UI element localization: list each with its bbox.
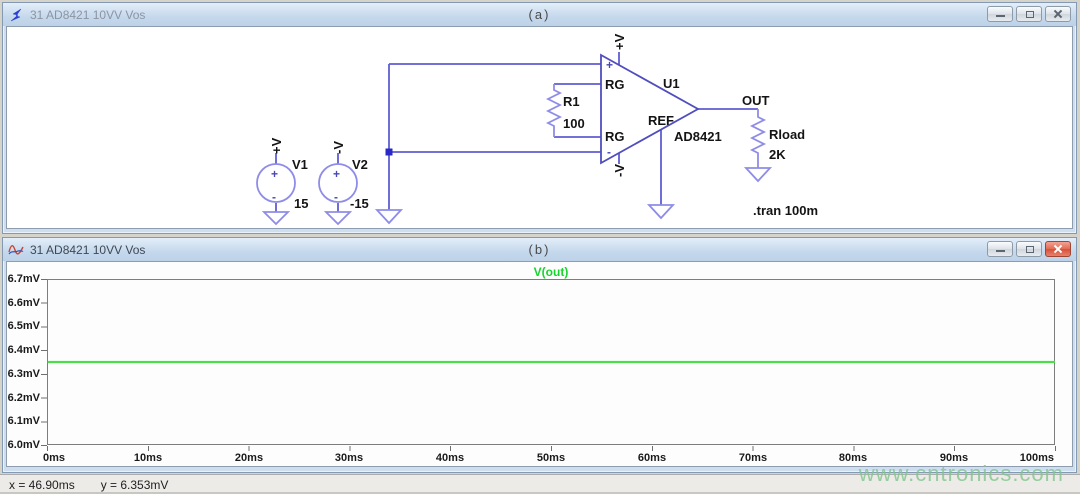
- waveform-pane[interactable]: V(out) 6.7mV 6.6mV 6.5mV 6.4mV 6.3mV 6.2…: [6, 261, 1073, 467]
- v2-minus-sign: -: [334, 190, 338, 204]
- schematic-titlebar[interactable]: 31 AD8421 10VV Vos (a): [3, 3, 1076, 26]
- opamp-rg-top-pin: RG: [605, 77, 625, 92]
- v2-plus-sign: +: [333, 167, 340, 181]
- rload-name[interactable]: Rload: [769, 127, 805, 142]
- schematic-drawing: + - +V V1 15 + - -V V2 -15: [7, 27, 1073, 228]
- x-tick-label: 20ms: [235, 452, 263, 464]
- restore-icon: [1026, 11, 1034, 18]
- close-button[interactable]: [1045, 6, 1071, 22]
- schematic-icon: [8, 7, 24, 23]
- y-tick-label: 6.3mV: [7, 368, 40, 380]
- opamp-part-number[interactable]: AD8421: [674, 129, 722, 144]
- restore-icon: [1026, 246, 1034, 253]
- y-tick-label: 6.2mV: [7, 392, 40, 404]
- close-button[interactable]: [1045, 241, 1071, 257]
- ref-ground-symbol[interactable]: [649, 205, 673, 218]
- opamp-vminus-flag[interactable]: -V: [612, 164, 627, 177]
- y-tick-label: 6.7mV: [7, 273, 40, 285]
- figure-annotation-b: (b): [529, 242, 551, 257]
- window-title: 31 AD8421 10VV Vos: [30, 243, 145, 257]
- v1-ground-symbol[interactable]: [264, 212, 288, 224]
- waveform-window: 31 AD8421 10VV Vos (b) V(out) 6.7mV 6.6m…: [2, 237, 1077, 473]
- v2-name[interactable]: V2: [352, 157, 368, 172]
- out-net-label[interactable]: OUT: [742, 93, 770, 108]
- rload-resistor[interactable]: [752, 109, 764, 168]
- x-tick-label: 0ms: [43, 452, 65, 464]
- ltspice-desktop: 31 AD8421 10VV Vos (a): [0, 0, 1080, 494]
- waveform-icon: [8, 242, 24, 257]
- r1-value[interactable]: 100: [563, 116, 585, 131]
- opamp-symbol[interactable]: [601, 55, 698, 163]
- x-tick-label: 10ms: [134, 452, 162, 464]
- x-tick-label: 60ms: [638, 452, 666, 464]
- cursor-x-readout: x = 46.90ms: [9, 478, 75, 492]
- waveform-titlebar[interactable]: 31 AD8421 10VV Vos (b): [3, 238, 1076, 261]
- vout-trace[interactable]: [48, 361, 1055, 363]
- opamp-name[interactable]: U1: [663, 76, 680, 91]
- minimize-icon: [996, 250, 1005, 252]
- rload-value[interactable]: 2K: [769, 147, 786, 162]
- x-axis-ticks: [47, 446, 1056, 451]
- schematic-canvas[interactable]: + - +V V1 15 + - -V V2 -15: [6, 26, 1073, 229]
- y-tick-label: 6.5mV: [7, 320, 40, 332]
- watermark: www.cntronics.com: [859, 461, 1064, 487]
- y-axis-ticks: [41, 279, 47, 447]
- wire-junction-node[interactable]: [386, 149, 393, 156]
- y-tick-label: 6.4mV: [7, 344, 40, 356]
- opamp-ref-pin: REF: [648, 113, 674, 128]
- restore-button[interactable]: [1016, 6, 1042, 22]
- v2-net-flag[interactable]: -V: [331, 141, 346, 154]
- x-tick-label: 40ms: [436, 452, 464, 464]
- x-tick-label: 70ms: [739, 452, 767, 464]
- restore-button[interactable]: [1016, 241, 1042, 257]
- y-tick-label: 6.6mV: [7, 297, 40, 309]
- minimize-button[interactable]: [987, 241, 1013, 257]
- opamp-minus-input: -: [607, 145, 611, 159]
- v1-net-flag[interactable]: +V: [269, 137, 284, 154]
- v1-plus-sign: +: [271, 167, 278, 181]
- v1-name[interactable]: V1: [292, 157, 308, 172]
- schematic-window: 31 AD8421 10VV Vos (a): [2, 2, 1077, 234]
- y-tick-label: 6.1mV: [7, 415, 40, 427]
- opamp-rg-bottom-pin: RG: [605, 129, 625, 144]
- input-ground-symbol[interactable]: [377, 210, 401, 223]
- y-tick-label: 6.0mV: [7, 439, 40, 451]
- v2-value[interactable]: -15: [350, 196, 369, 211]
- spice-directive[interactable]: .tran 100m: [753, 203, 818, 218]
- r1-resistor[interactable]: [548, 84, 560, 137]
- minimize-icon: [996, 15, 1005, 17]
- rload-ground-symbol[interactable]: [746, 168, 770, 181]
- v1-value[interactable]: 15: [294, 196, 308, 211]
- opamp-plus-input: +: [606, 58, 613, 72]
- x-tick-label: 50ms: [537, 452, 565, 464]
- v2-ground-symbol[interactable]: [326, 212, 350, 224]
- trace-legend-vout[interactable]: V(out): [47, 265, 1055, 279]
- x-tick-label: 30ms: [335, 452, 363, 464]
- opamp-vplus-flag[interactable]: +V: [612, 33, 627, 50]
- window-title: 31 AD8421 10VV Vos: [30, 8, 145, 22]
- minimize-button[interactable]: [987, 6, 1013, 22]
- cursor-y-readout: y = 6.353mV: [101, 478, 169, 492]
- r1-name[interactable]: R1: [563, 94, 580, 109]
- v1-minus-sign: -: [272, 190, 276, 204]
- figure-annotation-a: (a): [529, 7, 551, 22]
